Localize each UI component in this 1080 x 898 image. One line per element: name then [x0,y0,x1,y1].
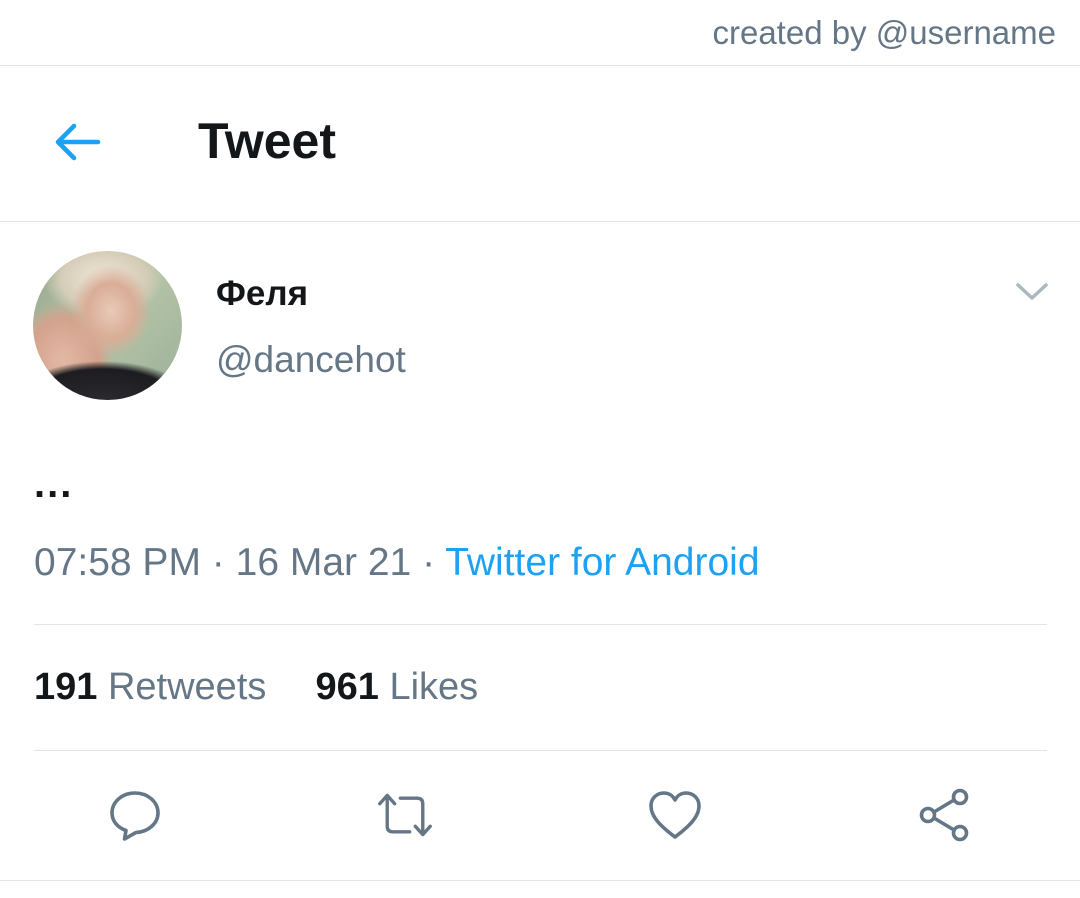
heart-icon [649,791,701,839]
credit-text: created by @username [712,14,1056,51]
like-button[interactable] [646,786,704,844]
retweet-button[interactable] [376,786,434,844]
tweet-text: ... [34,462,74,506]
retweet-icon [378,793,432,837]
divider [34,750,1047,751]
likes-stat[interactable]: 961 Likes [316,666,479,708]
header-bar: Tweet [0,67,1080,222]
page-title: Tweet [198,113,336,169]
tweet-date: 16 Mar 21 [235,541,412,584]
chevron-down-icon [1016,283,1048,300]
meta-separator: · [211,541,225,584]
tweet-time: 07:58 PM [34,541,201,584]
retweets-count: 191 [34,666,98,708]
avatar[interactable] [33,251,182,400]
meta-separator: · [422,541,436,584]
retweets-stat[interactable]: 191 Retweets [34,666,266,708]
divider [34,624,1047,625]
author-handle[interactable]: @dancehot [216,339,406,381]
tweet-source-link[interactable]: Twitter for Android [445,541,759,584]
tweet-menu-button[interactable] [1014,278,1050,306]
tweet-meta: 07:58 PM · 16 Mar 21 · Twitter for Andro… [34,541,760,585]
tweet-stats: 191 Retweets 961 Likes [34,666,478,709]
share-icon [919,788,969,842]
reply-button[interactable] [106,786,164,844]
share-button[interactable] [916,786,974,844]
arrow-left-icon [55,123,101,161]
credit-bar: created by @username [0,0,1080,66]
retweets-label: Retweets [107,666,267,708]
divider [0,880,1080,881]
likes-label: Likes [389,666,479,708]
reply-icon [110,791,160,841]
author-name[interactable]: Феля [216,274,308,314]
back-button[interactable] [50,117,104,167]
likes-count: 961 [315,666,379,708]
